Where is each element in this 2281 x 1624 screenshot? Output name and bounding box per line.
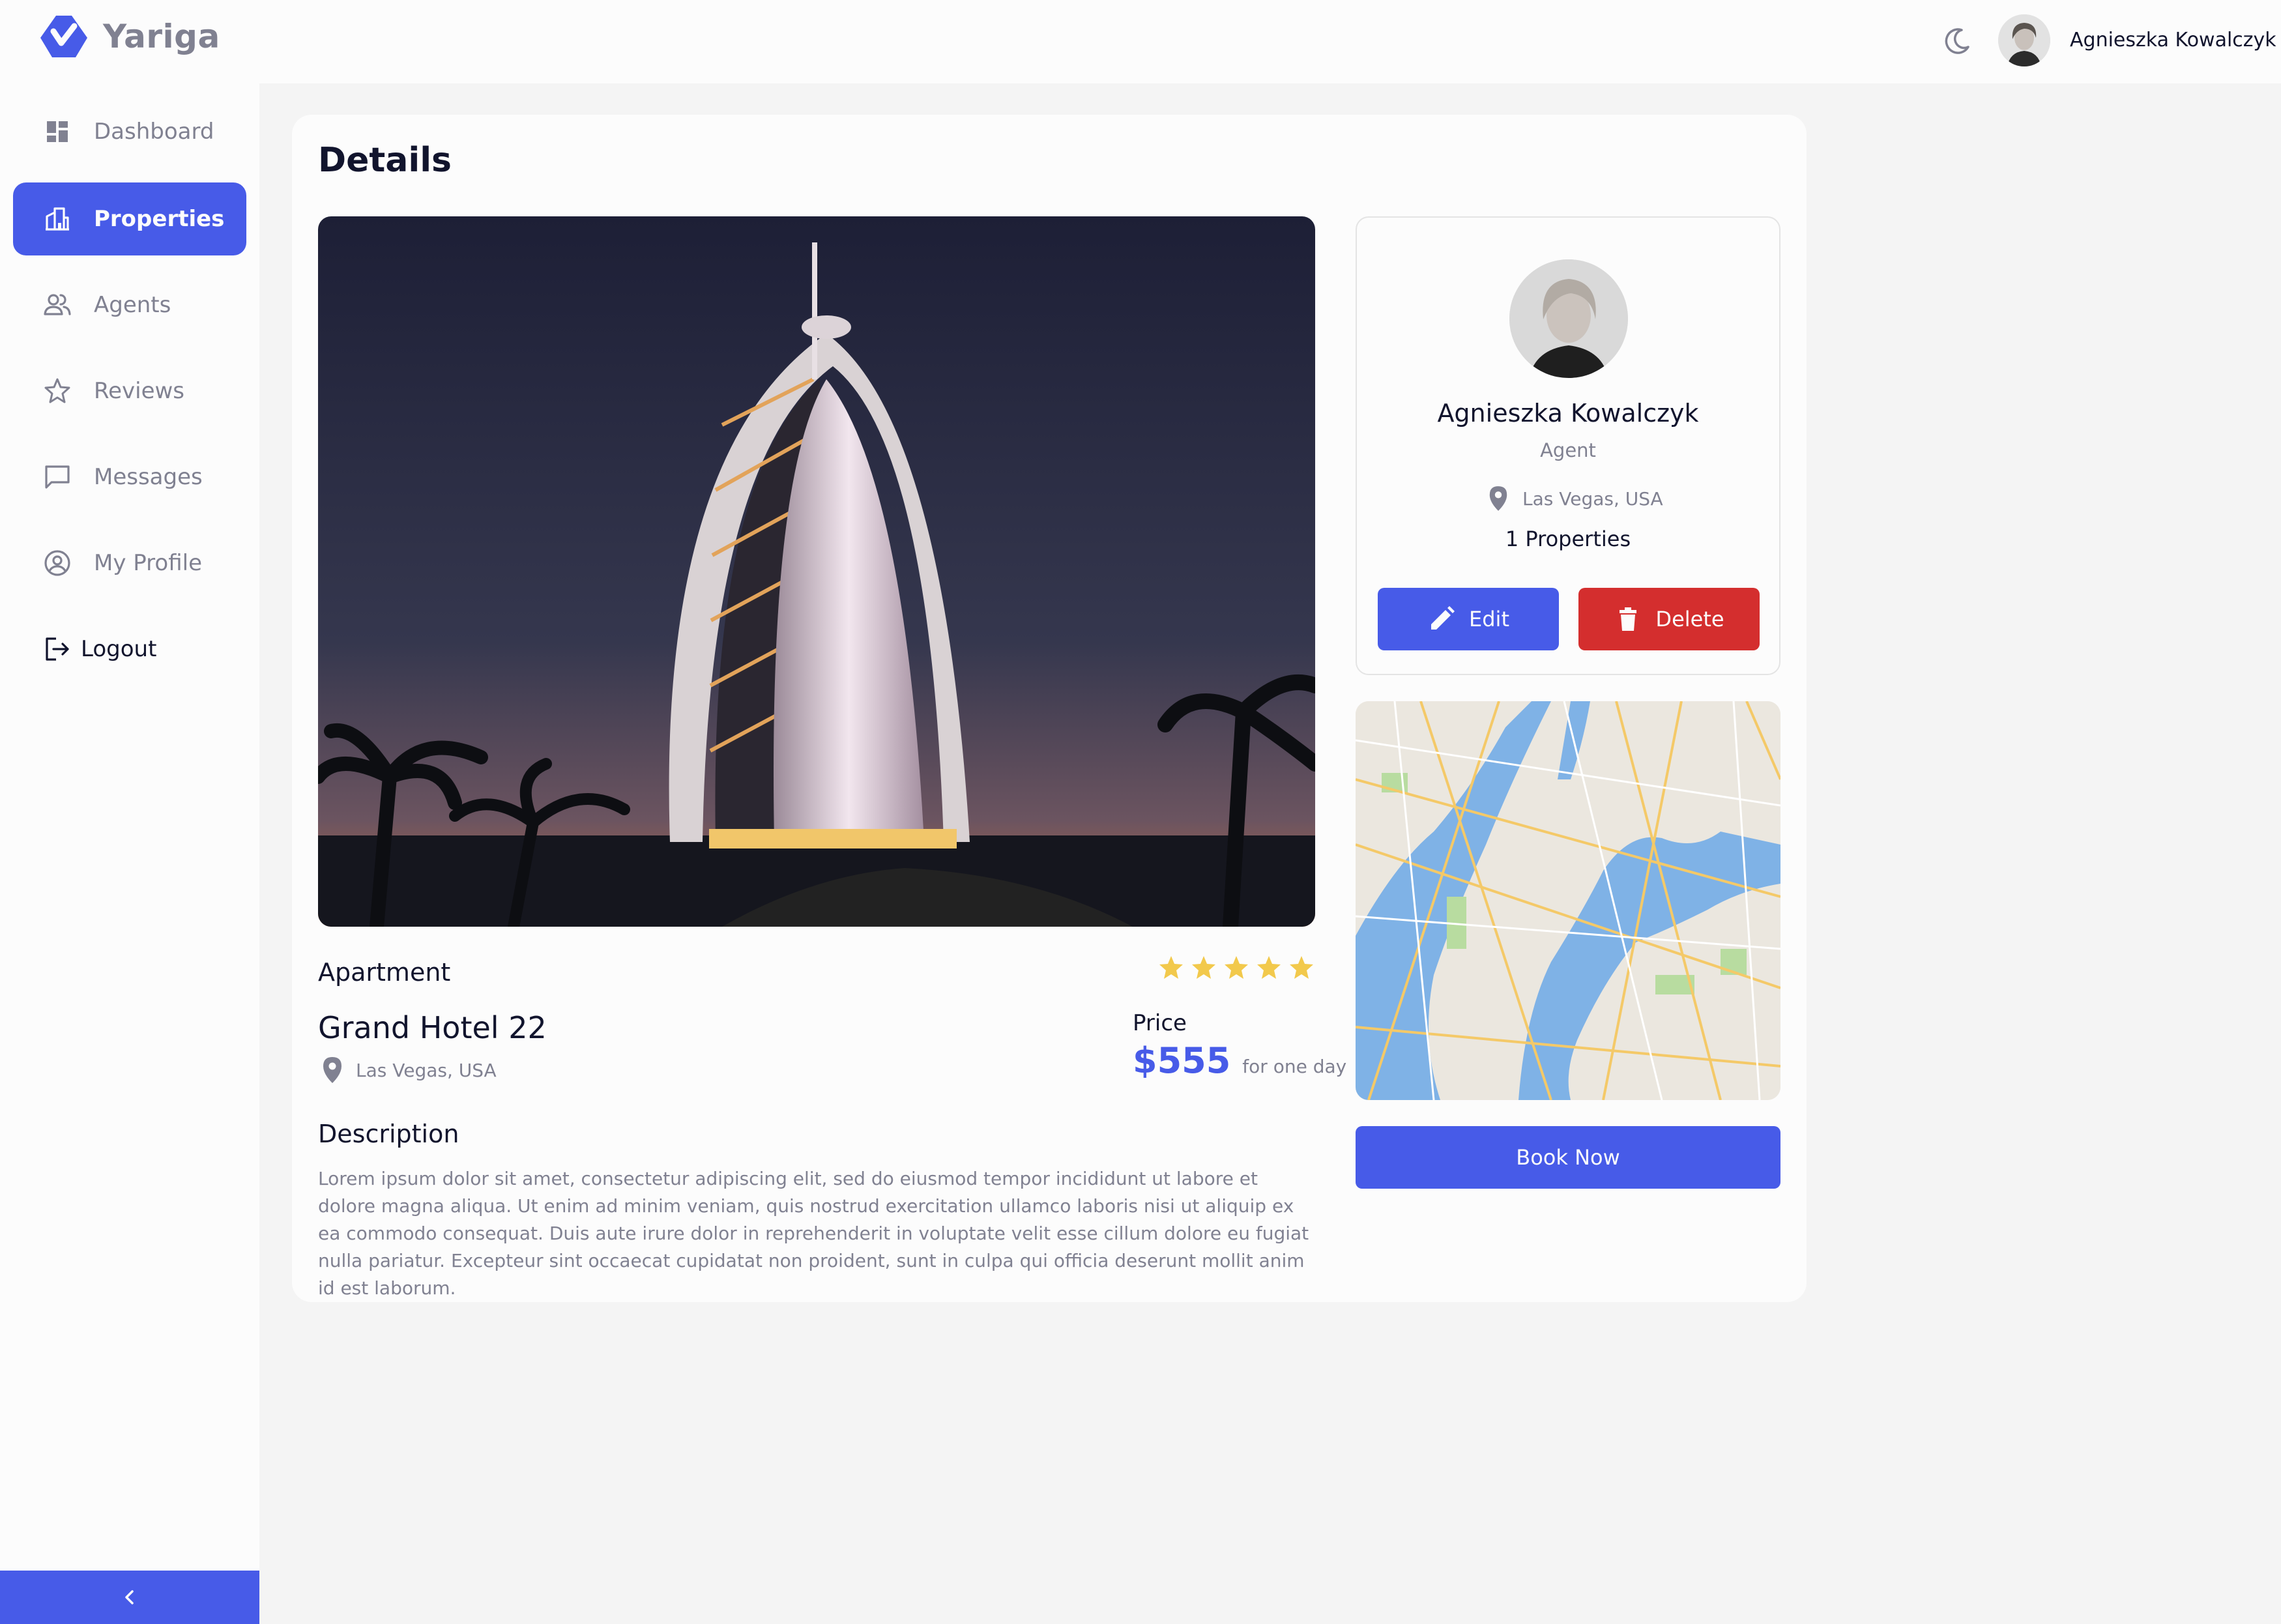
header-user-name[interactable]: Agnieszka Kowalczyk xyxy=(2070,29,2276,51)
location-map[interactable] xyxy=(1356,701,1780,1100)
header-user-avatar[interactable] xyxy=(1998,14,2050,66)
price-unit: for one day xyxy=(1242,1056,1347,1077)
sidebar-item-agents[interactable]: Agents xyxy=(13,268,246,341)
sidebar-collapse-button[interactable] xyxy=(0,1571,259,1624)
star-icon xyxy=(1192,956,1215,979)
sidebar-item-properties[interactable]: Properties xyxy=(13,182,246,255)
property-location: Las Vegas, USA xyxy=(321,1056,497,1084)
sidebar-item-my-profile[interactable]: My Profile xyxy=(13,527,246,600)
delete-button-label: Delete xyxy=(1655,607,1724,631)
app-name: Yariga xyxy=(103,18,220,55)
people-icon xyxy=(44,294,71,315)
agent-role: Agent xyxy=(1540,439,1596,461)
star-icon xyxy=(1257,956,1281,979)
sidebar-item-messages[interactable]: Messages xyxy=(13,441,246,514)
location-pin-icon xyxy=(323,1057,341,1083)
edit-button[interactable]: Edit xyxy=(1378,588,1559,650)
trash-icon xyxy=(1620,607,1637,631)
app-logo[interactable]: Yariga xyxy=(36,12,220,61)
pencil-icon xyxy=(1431,606,1455,630)
agent-location-text: Las Vegas, USA xyxy=(1522,487,1663,510)
agent-location: Las Vegas, USA xyxy=(1487,485,1663,512)
book-now-button[interactable]: Book Now xyxy=(1356,1126,1780,1189)
agent-properties-count: 1 Properties xyxy=(1505,527,1631,551)
delete-button[interactable]: Delete xyxy=(1578,588,1760,650)
sidebar: Dashboard Properties Agents Reviews Mess… xyxy=(0,83,259,1624)
star-icon xyxy=(1290,956,1313,979)
star-outline-icon xyxy=(44,378,70,403)
price-row: $555 for one day xyxy=(1133,1040,1346,1081)
sidebar-item-label: Logout xyxy=(81,636,157,662)
rating-stars xyxy=(1157,954,1315,981)
sidebar-item-label: My Profile xyxy=(94,550,202,576)
property-name: Grand Hotel 22 xyxy=(318,1010,547,1045)
sidebar-item-label: Properties xyxy=(94,206,225,232)
edit-button-label: Edit xyxy=(1469,607,1509,631)
star-icon xyxy=(1159,956,1183,979)
star-icon xyxy=(1225,956,1248,979)
logout-icon xyxy=(46,637,69,661)
sidebar-item-label: Agents xyxy=(94,292,171,318)
property-details-card: Details Apartment Grand Hotel 22 Las Veg… xyxy=(292,115,1807,1302)
property-type: Apartment xyxy=(318,958,451,987)
description-title: Description xyxy=(318,1120,459,1148)
sidebar-item-label: Reviews xyxy=(94,378,185,404)
agent-card: Agnieszka Kowalczyk Agent Las Vegas, USA… xyxy=(1356,216,1780,675)
agent-name: Agnieszka Kowalczyk xyxy=(1437,399,1699,428)
agent-avatar xyxy=(1509,259,1628,378)
chat-icon xyxy=(45,465,70,489)
location-pin-icon xyxy=(1489,486,1507,511)
dashboard-icon xyxy=(47,121,68,142)
price-label: Price xyxy=(1133,1010,1187,1036)
top-header: Yariga Agnieszka Kowalczyk xyxy=(0,0,2281,83)
page-title: Details xyxy=(318,141,452,180)
chevron-left-icon xyxy=(125,1590,134,1604)
sidebar-item-label: Dashboard xyxy=(94,119,214,145)
description-text: Lorem ipsum dolor sit amet, consectetur … xyxy=(318,1168,1309,1299)
sidebar-item-logout[interactable]: Logout xyxy=(13,613,246,686)
property-location-text: Las Vegas, USA xyxy=(356,1059,497,1081)
price-value: $555 xyxy=(1133,1040,1231,1081)
building-icon xyxy=(46,207,69,231)
dark-mode-moon-icon[interactable] xyxy=(1942,26,1972,56)
property-hero-image xyxy=(318,216,1315,927)
sidebar-item-reviews[interactable]: Reviews xyxy=(13,355,246,428)
yariga-logo-icon xyxy=(40,16,87,57)
sidebar-item-label: Messages xyxy=(94,464,203,490)
sidebar-item-dashboard[interactable]: Dashboard xyxy=(13,95,246,168)
profile-icon xyxy=(44,550,70,576)
